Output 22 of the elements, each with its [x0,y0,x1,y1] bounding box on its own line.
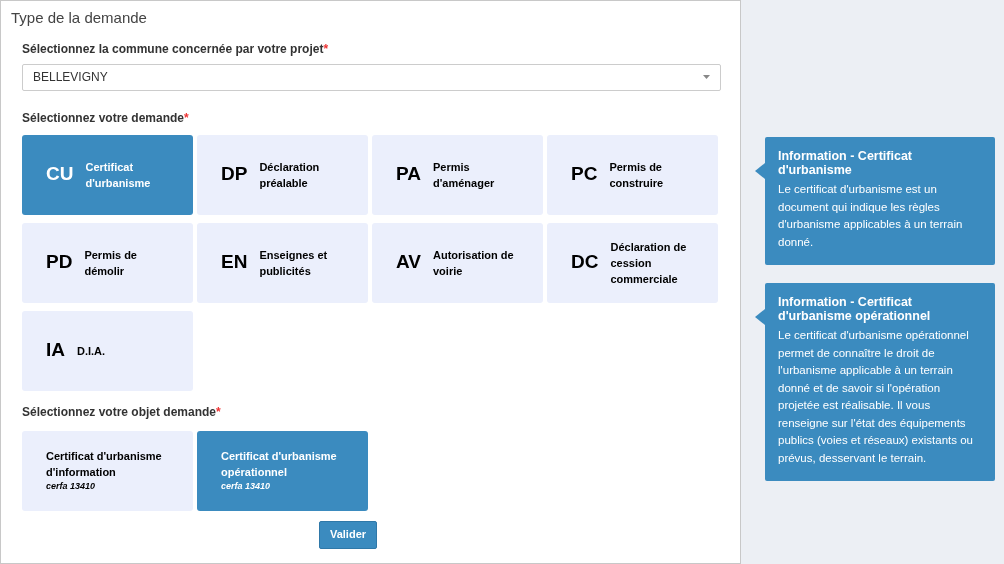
request-object-tile[interactable]: Certificat d'urbanisme opérationnel cerfa 13410 [197,430,368,511]
field-label: Sélectionnez la commune concernée par votre projet* [22,40,330,58]
request-type-tile[interactable]: PD Permis de démolir [22,222,193,303]
request-object-tile[interactable]: Certificat d'urbanisme d'information cerfa 13410 [22,430,193,511]
request-type-tile[interactable]: AV Autorisation de voirie [372,222,543,303]
info-title: Information - Certificat d'urbanisme opérationnel [778,295,932,323]
info-text: Le certificat d'urbanisme est un document qui indique les règles d'urbanisme applicables à un terrain donné. [778,182,964,250]
info-text: Le certificat d'urbanisme opérationnel permet de connaître le droit de l'urbanisme applicable à un terrain donné et de savoir si l'opération projetée est réalisable. Il vous renseigne sur l'état des équipements publics (voies et réseaux) existants ou prévus, desservant le terrain. [778,328,974,466]
request-type-tile[interactable]: PC Permis de construire [547,134,718,215]
request-type-tile[interactable]: PA Permis d'aménager [372,134,543,215]
section-title: Type de la demande [11,8,147,28]
submit-button[interactable]: Valider [318,520,378,549]
request-type-tile[interactable]: EN Enseignes et publicités [197,222,368,303]
commune-select[interactable]: BELLEVIGNY [22,63,721,91]
field-label: Sélectionnez votre demande* [22,109,190,127]
request-type-tile[interactable]: DC Déclaration de cession commerciale [547,222,718,303]
field-label: Sélectionnez votre objet demande* [22,403,222,421]
info-title: Information - Certificat d'urbanisme [778,149,914,177]
request-type-tile[interactable]: IA D.I.A. [22,310,193,391]
request-type-tile[interactable]: CU Certificat d'urbanisme [22,134,193,215]
request-type-tile[interactable]: DP Déclaration préalable [197,134,368,215]
caret-icon [703,75,710,79]
